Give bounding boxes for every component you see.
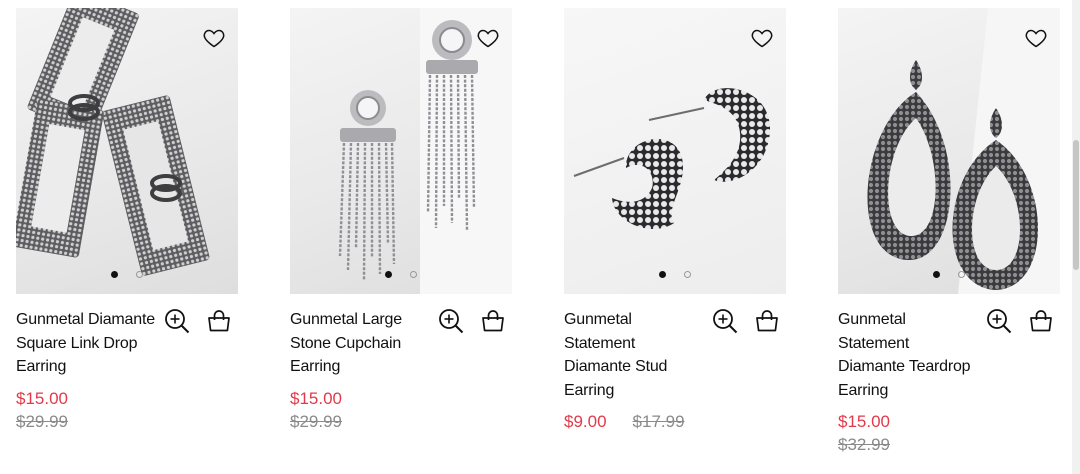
zoom-in-icon[interactable] [986,308,1012,334]
product-card: Gunmetal Diamante Square Link Drop Earri… [16,8,238,468]
price-block: $15.00 $29.99 [16,387,238,433]
carousel-dot[interactable] [410,271,417,278]
product-card: Gunmetal Large Stone Cupchain Earring $1… [290,8,512,468]
sale-price: $15.00 [838,412,890,431]
product-name[interactable]: Gunmetal Statement Diamante Stud Earring [564,308,704,402]
carousel-dots [838,271,1060,278]
carousel-dots [290,271,512,278]
carousel-dot-active[interactable] [385,271,392,278]
product-name[interactable]: Gunmetal Large Stone Cupchain Earring [290,308,430,379]
scrollbar[interactable] [1072,0,1080,474]
original-price: $29.99 [16,411,68,431]
zoom-in-icon[interactable] [164,308,190,334]
hoop-stud-earring-image [573,88,770,229]
price-block: $15.00 $29.99 [290,387,512,433]
carousel-dots [16,271,238,278]
cupchain-earring-image [338,8,512,294]
shopping-bag-icon[interactable] [480,308,506,334]
sale-price: $15.00 [290,388,342,408]
teardrop-earring-image [867,8,1060,294]
product-image[interactable] [838,8,1060,294]
heart-icon[interactable] [1024,26,1048,50]
price-block: $9.00 $17.99 [564,410,786,433]
carousel-dot-active[interactable] [111,271,118,278]
product-card: Gunmetal Statement Diamante Stud Earring… [564,8,786,468]
original-price: $29.99 [290,411,342,431]
original-price: $17.99 [632,412,685,431]
product-image[interactable] [564,8,786,294]
product-info: Gunmetal Diamante Square Link Drop Earri… [16,308,238,468]
zoom-in-icon[interactable] [712,308,738,334]
product-grid: Gunmetal Diamante Square Link Drop Earri… [0,0,1072,474]
square-link-earring-image [16,8,210,276]
carousel-dot-active[interactable] [933,271,940,278]
product-actions [712,308,780,334]
carousel-dot[interactable] [958,271,965,278]
product-name[interactable]: Gunmetal Diamante Square Link Drop Earri… [16,308,156,379]
shopping-bag-icon[interactable] [754,308,780,334]
product-name[interactable]: Gunmetal Statement Diamante Teardrop Ear… [838,308,978,402]
price-block: $15.00 $32.99 [838,410,1060,456]
heart-icon[interactable] [476,26,500,50]
product-info: Gunmetal Statement Diamante Teardrop Ear… [838,308,1060,468]
carousel-dot-active[interactable] [659,271,666,278]
product-actions [986,308,1054,334]
product-image[interactable] [16,8,238,294]
product-actions [164,308,232,334]
product-card: Gunmetal Statement Diamante Teardrop Ear… [838,8,1060,468]
product-info: Gunmetal Large Stone Cupchain Earring $1… [290,308,512,468]
zoom-in-icon[interactable] [438,308,464,334]
carousel-dots [564,271,786,278]
sale-price: $9.00 [564,412,607,431]
heart-icon[interactable] [202,26,226,50]
product-image[interactable] [290,8,512,294]
original-price: $32.99 [838,435,890,454]
product-actions [438,308,506,334]
heart-icon[interactable] [750,26,774,50]
carousel-dot[interactable] [684,271,691,278]
shopping-bag-icon[interactable] [1028,308,1054,334]
product-info: Gunmetal Statement Diamante Stud Earring… [564,308,786,468]
carousel-dot[interactable] [136,271,143,278]
sale-price: $15.00 [16,388,68,408]
scrollbar-thumb[interactable] [1073,140,1079,270]
shopping-bag-icon[interactable] [206,308,232,334]
